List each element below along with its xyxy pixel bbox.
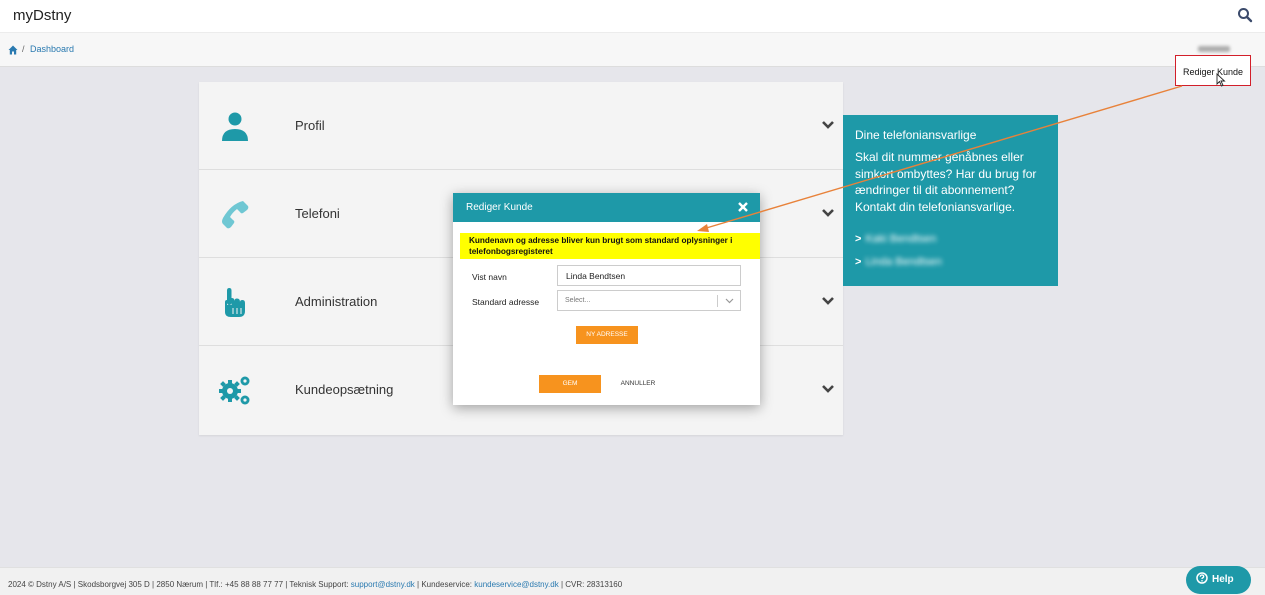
default-address-label: Standard adresse — [472, 297, 540, 307]
card-label: Telefoni — [295, 206, 340, 221]
phone-icon — [222, 201, 249, 229]
user-menu-blurred[interactable] — [1198, 46, 1230, 52]
display-name-input[interactable] — [557, 265, 741, 286]
select-divider — [717, 295, 718, 307]
panel-text: Skal dit nummer genåbnes eller simkort o… — [855, 150, 1037, 214]
breadcrumb-dashboard-link[interactable]: Dashboard — [30, 44, 74, 54]
chevron-down-icon[interactable] — [725, 298, 734, 304]
card-label: Kundeopsætning — [295, 382, 394, 397]
edit-customer-dialog: Rediger Kunde Kundenavn og adresse blive… — [453, 193, 760, 405]
new-address-button[interactable]: NY ADRESSE — [576, 326, 638, 344]
breadcrumb: / Dashboard — [0, 33, 1265, 67]
panel-title: Dine telefoniansvarlige — [855, 128, 977, 142]
help-button[interactable]: Help — [1186, 566, 1251, 594]
question-circle-icon — [1196, 572, 1208, 584]
save-button[interactable]: GEM — [539, 375, 601, 393]
support-email-link[interactable]: support@dstny.dk — [351, 580, 415, 589]
chevron-right-icon: > — [855, 256, 862, 268]
chevron-down-icon[interactable] — [821, 120, 835, 130]
top-bar: myDstny — [0, 0, 1265, 33]
gears-icon — [219, 376, 250, 405]
chevron-down-icon[interactable] — [821, 296, 835, 306]
edit-customer-link[interactable]: Rediger Kunde — [1175, 55, 1251, 86]
close-icon[interactable] — [738, 202, 748, 212]
cancel-button[interactable]: ANNULLER — [613, 375, 663, 393]
home-icon[interactable] — [8, 45, 18, 55]
card-label: Administration — [295, 294, 378, 309]
chevron-down-icon[interactable] — [821, 208, 835, 218]
breadcrumb-separator: / — [22, 44, 25, 54]
default-address-select[interactable]: Select... — [557, 290, 741, 311]
chevron-down-icon[interactable] — [821, 384, 835, 394]
card-label: Profil — [295, 118, 325, 133]
contact-link[interactable]: > Kaki Bendtsen — [855, 233, 936, 245]
chevron-right-icon: > — [855, 233, 862, 245]
phone-managers-panel: Dine telefoniansvarlige Skal dit nummer … — [843, 115, 1058, 286]
user-icon — [222, 112, 248, 141]
footer: 2024 © Dstny A/S | Skodsborgvej 305 D | … — [0, 567, 1265, 595]
footer-text: 2024 © Dstny A/S | Skodsborgvej 305 D | … — [8, 580, 623, 589]
search-icon[interactable] — [1237, 7, 1253, 23]
card-profil[interactable]: Profil — [199, 82, 843, 170]
pointer-hand-icon — [225, 288, 245, 317]
mouse-cursor-icon — [1216, 73, 1226, 87]
brand-logo[interactable]: myDstny — [13, 7, 71, 24]
service-email-link[interactable]: kundeservice@dstny.dk — [474, 580, 558, 589]
highlighted-notice: Kundenavn og adresse bliver kun brugt so… — [460, 233, 760, 259]
dialog-title: Rediger Kunde — [466, 202, 533, 213]
contact-link[interactable]: > Linda Bendtsen — [855, 256, 942, 268]
display-name-label: Vist navn — [472, 272, 507, 282]
select-placeholder: Select... — [565, 297, 591, 304]
dialog-header: Rediger Kunde — [453, 193, 760, 222]
